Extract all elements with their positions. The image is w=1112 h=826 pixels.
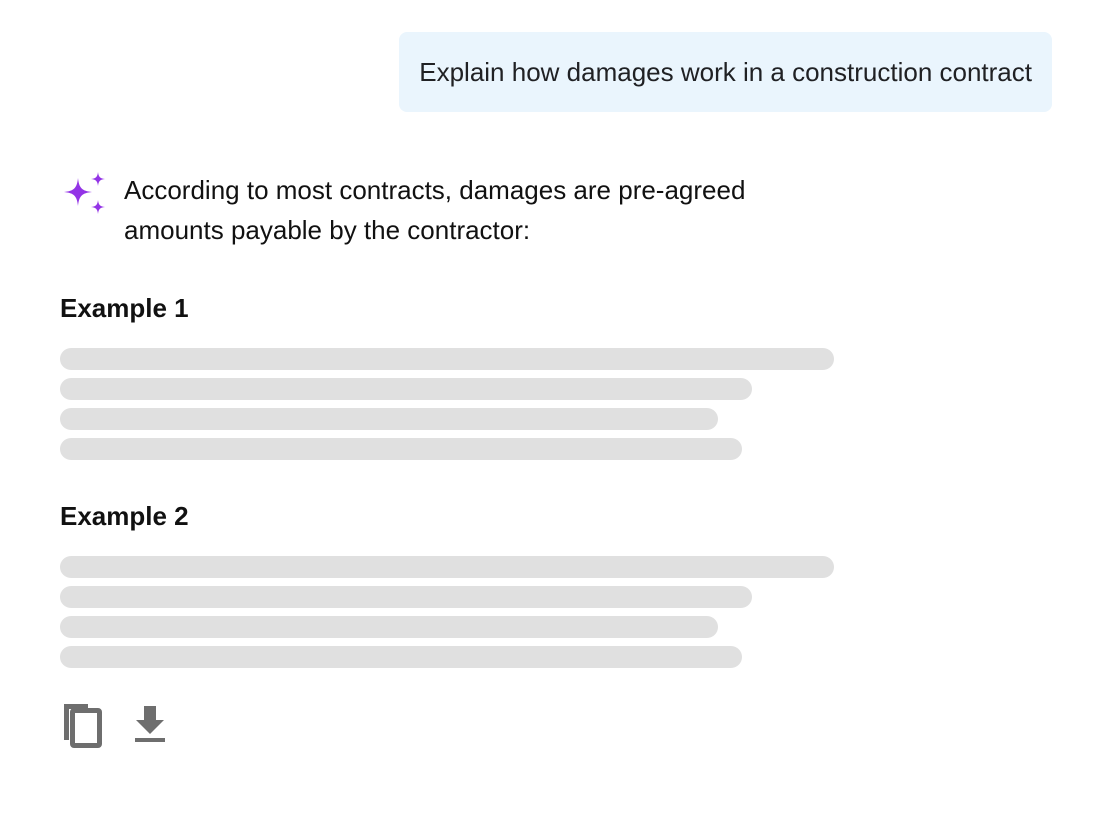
skeleton-line (60, 586, 752, 608)
user-message-bubble: Explain how damages work in a constructi… (399, 32, 1052, 112)
skeleton-line (60, 378, 752, 400)
skeleton-line (60, 616, 718, 638)
skeleton-placeholder (60, 556, 834, 668)
skeleton-line (60, 348, 834, 370)
example-heading: Example 1 (60, 293, 189, 323)
copy-icon (64, 704, 102, 748)
response-actions (60, 700, 172, 750)
skeleton-line (60, 408, 718, 430)
skeleton-line (60, 556, 834, 578)
example-section-1: Example 1 (60, 288, 834, 468)
sparkle-icon (64, 172, 105, 214)
assistant-intro-text: According to most contracts, damages are… (124, 175, 746, 245)
skeleton-placeholder (60, 348, 834, 460)
download-button[interactable] (128, 700, 172, 750)
skeleton-line (60, 438, 742, 460)
example-heading: Example 2 (60, 501, 189, 531)
download-icon (135, 706, 165, 742)
skeleton-line (60, 646, 742, 668)
assistant-response: According to most contracts, damages are… (60, 170, 844, 250)
example-section-2: Example 2 (60, 496, 834, 676)
copy-button[interactable] (60, 700, 104, 750)
user-message-text: Explain how damages work in a constructi… (419, 56, 1032, 87)
